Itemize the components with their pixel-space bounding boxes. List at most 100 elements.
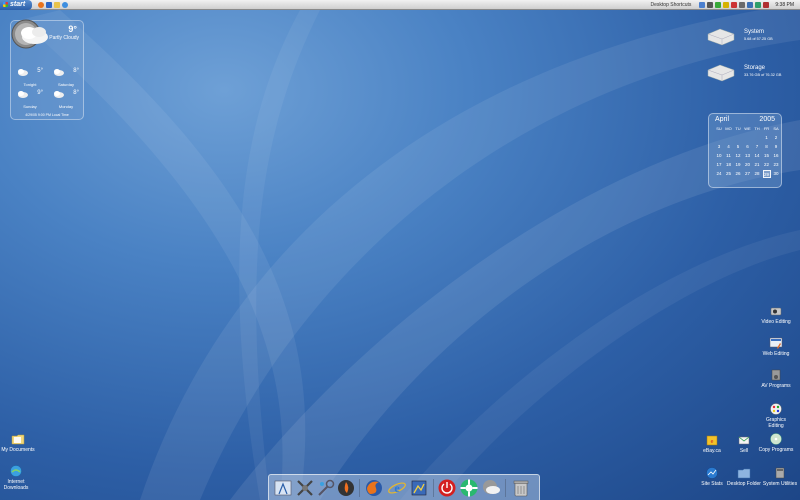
copy-disc-icon [770, 433, 782, 445]
calendar-day[interactable]: 27 [744, 170, 752, 178]
dock-separator [505, 479, 506, 497]
calendar-day[interactable]: 15 [763, 152, 771, 160]
video-editing-icon[interactable]: Video Editing [758, 304, 794, 325]
update-icon[interactable] [731, 1, 738, 8]
calendar-day[interactable]: 1 [763, 134, 771, 142]
printer-icon[interactable] [739, 1, 746, 8]
svg-text:e: e [711, 439, 714, 445]
calendar-day[interactable]: 16 [772, 152, 780, 160]
drive-system[interactable]: System 5.68 of 57.25 GB [706, 26, 796, 50]
icon-label: Copy Programs [758, 447, 794, 453]
av-programs-icon[interactable]: AV Programs [758, 368, 794, 389]
calendar-day[interactable]: 8 [763, 143, 771, 151]
calendar-day[interactable]: 5 [734, 143, 742, 151]
burn-icon[interactable] [336, 478, 356, 498]
ebay-icon[interactable]: e eBay.ca [694, 433, 730, 454]
my-documents-icon[interactable]: My Documents [0, 432, 36, 453]
battery-icon[interactable] [747, 1, 754, 8]
outlook-icon[interactable] [46, 1, 52, 8]
calendar-weekday: TH [754, 126, 760, 131]
calendar-day[interactable]: 29 [762, 170, 771, 178]
graphics-editing-icon[interactable]: Graphics Editing [758, 402, 794, 429]
desktop-shortcuts-toolbar[interactable]: Desktop Shortcuts [651, 2, 692, 8]
x-tools-icon[interactable] [295, 478, 315, 498]
calendar-day[interactable]: 24 [715, 170, 723, 178]
firefox-icon[interactable] [364, 478, 384, 498]
trash-icon[interactable] [511, 478, 531, 498]
calendar-day[interactable]: 3 [715, 143, 723, 151]
icon-label: Sell [739, 448, 749, 454]
calendar-day[interactable]: 25 [725, 170, 733, 178]
calendar-weekday: SU [716, 126, 722, 131]
copy-programs-icon[interactable]: Copy Programs [758, 432, 794, 453]
current-condition: Partly Cloudy [49, 35, 79, 41]
forecast-temp: 8° [73, 90, 79, 96]
icon-label: Video Editing [761, 319, 791, 325]
start-button[interactable]: start [0, 0, 32, 10]
calendar-day[interactable]: 20 [744, 161, 752, 169]
calendar-widget[interactable]: April 2005 SU MO TU WE TH FR SA 1 2 3 4 5 6 7 8 9 10 11 12… [708, 113, 782, 188]
icon-label: Web Editing [762, 351, 790, 357]
calendar-day[interactable]: 10 [715, 152, 723, 160]
firefox-icon[interactable] [38, 1, 44, 8]
calendar-day[interactable]: 21 [753, 161, 761, 169]
calendar-day[interactable]: 18 [725, 161, 733, 169]
icon-label: Graphics Editing [765, 417, 786, 429]
dock-separator [433, 479, 434, 497]
desktop-folder-icon[interactable]: Desktop Folder [726, 466, 762, 487]
calendar-day[interactable]: 26 [734, 170, 742, 178]
calendar-day[interactable]: 17 [715, 161, 723, 169]
wallpaper-aurora [20, 10, 800, 500]
lifesaver-icon[interactable] [459, 478, 479, 498]
calendar-day[interactable]: 7 [753, 143, 761, 151]
chat-icon[interactable] [755, 1, 762, 8]
windows-flag-icon [3, 2, 8, 7]
calendar-day[interactable]: 28 [753, 170, 761, 178]
utilities-icon[interactable] [316, 478, 336, 498]
calendar-day[interactable]: 22 [763, 161, 771, 169]
system-utilities-icon[interactable]: System Utilities [762, 466, 798, 487]
downloads-folder-icon [10, 465, 22, 477]
weather-icon[interactable] [481, 478, 501, 498]
folder-icon[interactable] [54, 1, 60, 8]
calendar-day[interactable]: 13 [744, 152, 752, 160]
ie-icon[interactable] [62, 1, 68, 8]
utilities-drive-icon [775, 467, 785, 479]
calendar-day[interactable]: 9 [772, 143, 780, 151]
calendar-day[interactable]: 2 [772, 134, 780, 142]
security-icon[interactable] [763, 1, 770, 8]
photo-icon[interactable] [409, 478, 429, 498]
calendar-weekday: MO [725, 126, 732, 131]
drive-storage[interactable]: Storage 33.76 GB of 76.32 GB [706, 62, 796, 86]
calendar-day[interactable]: 30 [772, 170, 780, 178]
system-tray [699, 1, 770, 8]
calendar-day[interactable]: 12 [734, 152, 742, 160]
forecast-day: Sunday [23, 104, 37, 109]
icon-label: My Documents [1, 447, 35, 453]
icon-label: Internet Downloads [3, 479, 29, 491]
taskbar: start Desktop Shortcuts 9:38 PM [0, 0, 800, 10]
power-icon[interactable] [437, 478, 457, 498]
calendar-day[interactable]: 23 [772, 161, 780, 169]
finder-icon[interactable] [273, 478, 293, 498]
calendar-day[interactable]: 19 [734, 161, 742, 169]
messenger-icon[interactable] [715, 1, 722, 8]
calendar-day[interactable]: 6 [744, 143, 752, 151]
sell-icon[interactable]: Sell [726, 433, 762, 454]
calendar-weekday: TU [735, 126, 741, 131]
calendar-day[interactable]: 4 [725, 143, 733, 151]
folder-icon [737, 468, 751, 479]
calendar-day[interactable]: 14 [753, 152, 761, 160]
network-icon[interactable] [699, 1, 706, 8]
ie-icon[interactable]: e [387, 478, 407, 498]
web-editing-icon[interactable]: Web Editing [758, 336, 794, 357]
volume-icon[interactable] [707, 1, 714, 8]
video-camera-icon [770, 307, 782, 316]
antivirus-icon[interactable] [723, 1, 730, 8]
weather-widget[interactable]: 9° Partly Cloudy 5° Tonight 8° Saturday … [10, 19, 84, 120]
taskbar-clock[interactable]: 9:38 PM [775, 2, 794, 8]
internet-downloads-icon[interactable]: Internet Downloads [0, 464, 34, 491]
site-stats-icon[interactable]: Site Stats [694, 466, 730, 487]
calendar-weekday: FR [763, 126, 770, 131]
calendar-day[interactable]: 11 [725, 152, 733, 160]
